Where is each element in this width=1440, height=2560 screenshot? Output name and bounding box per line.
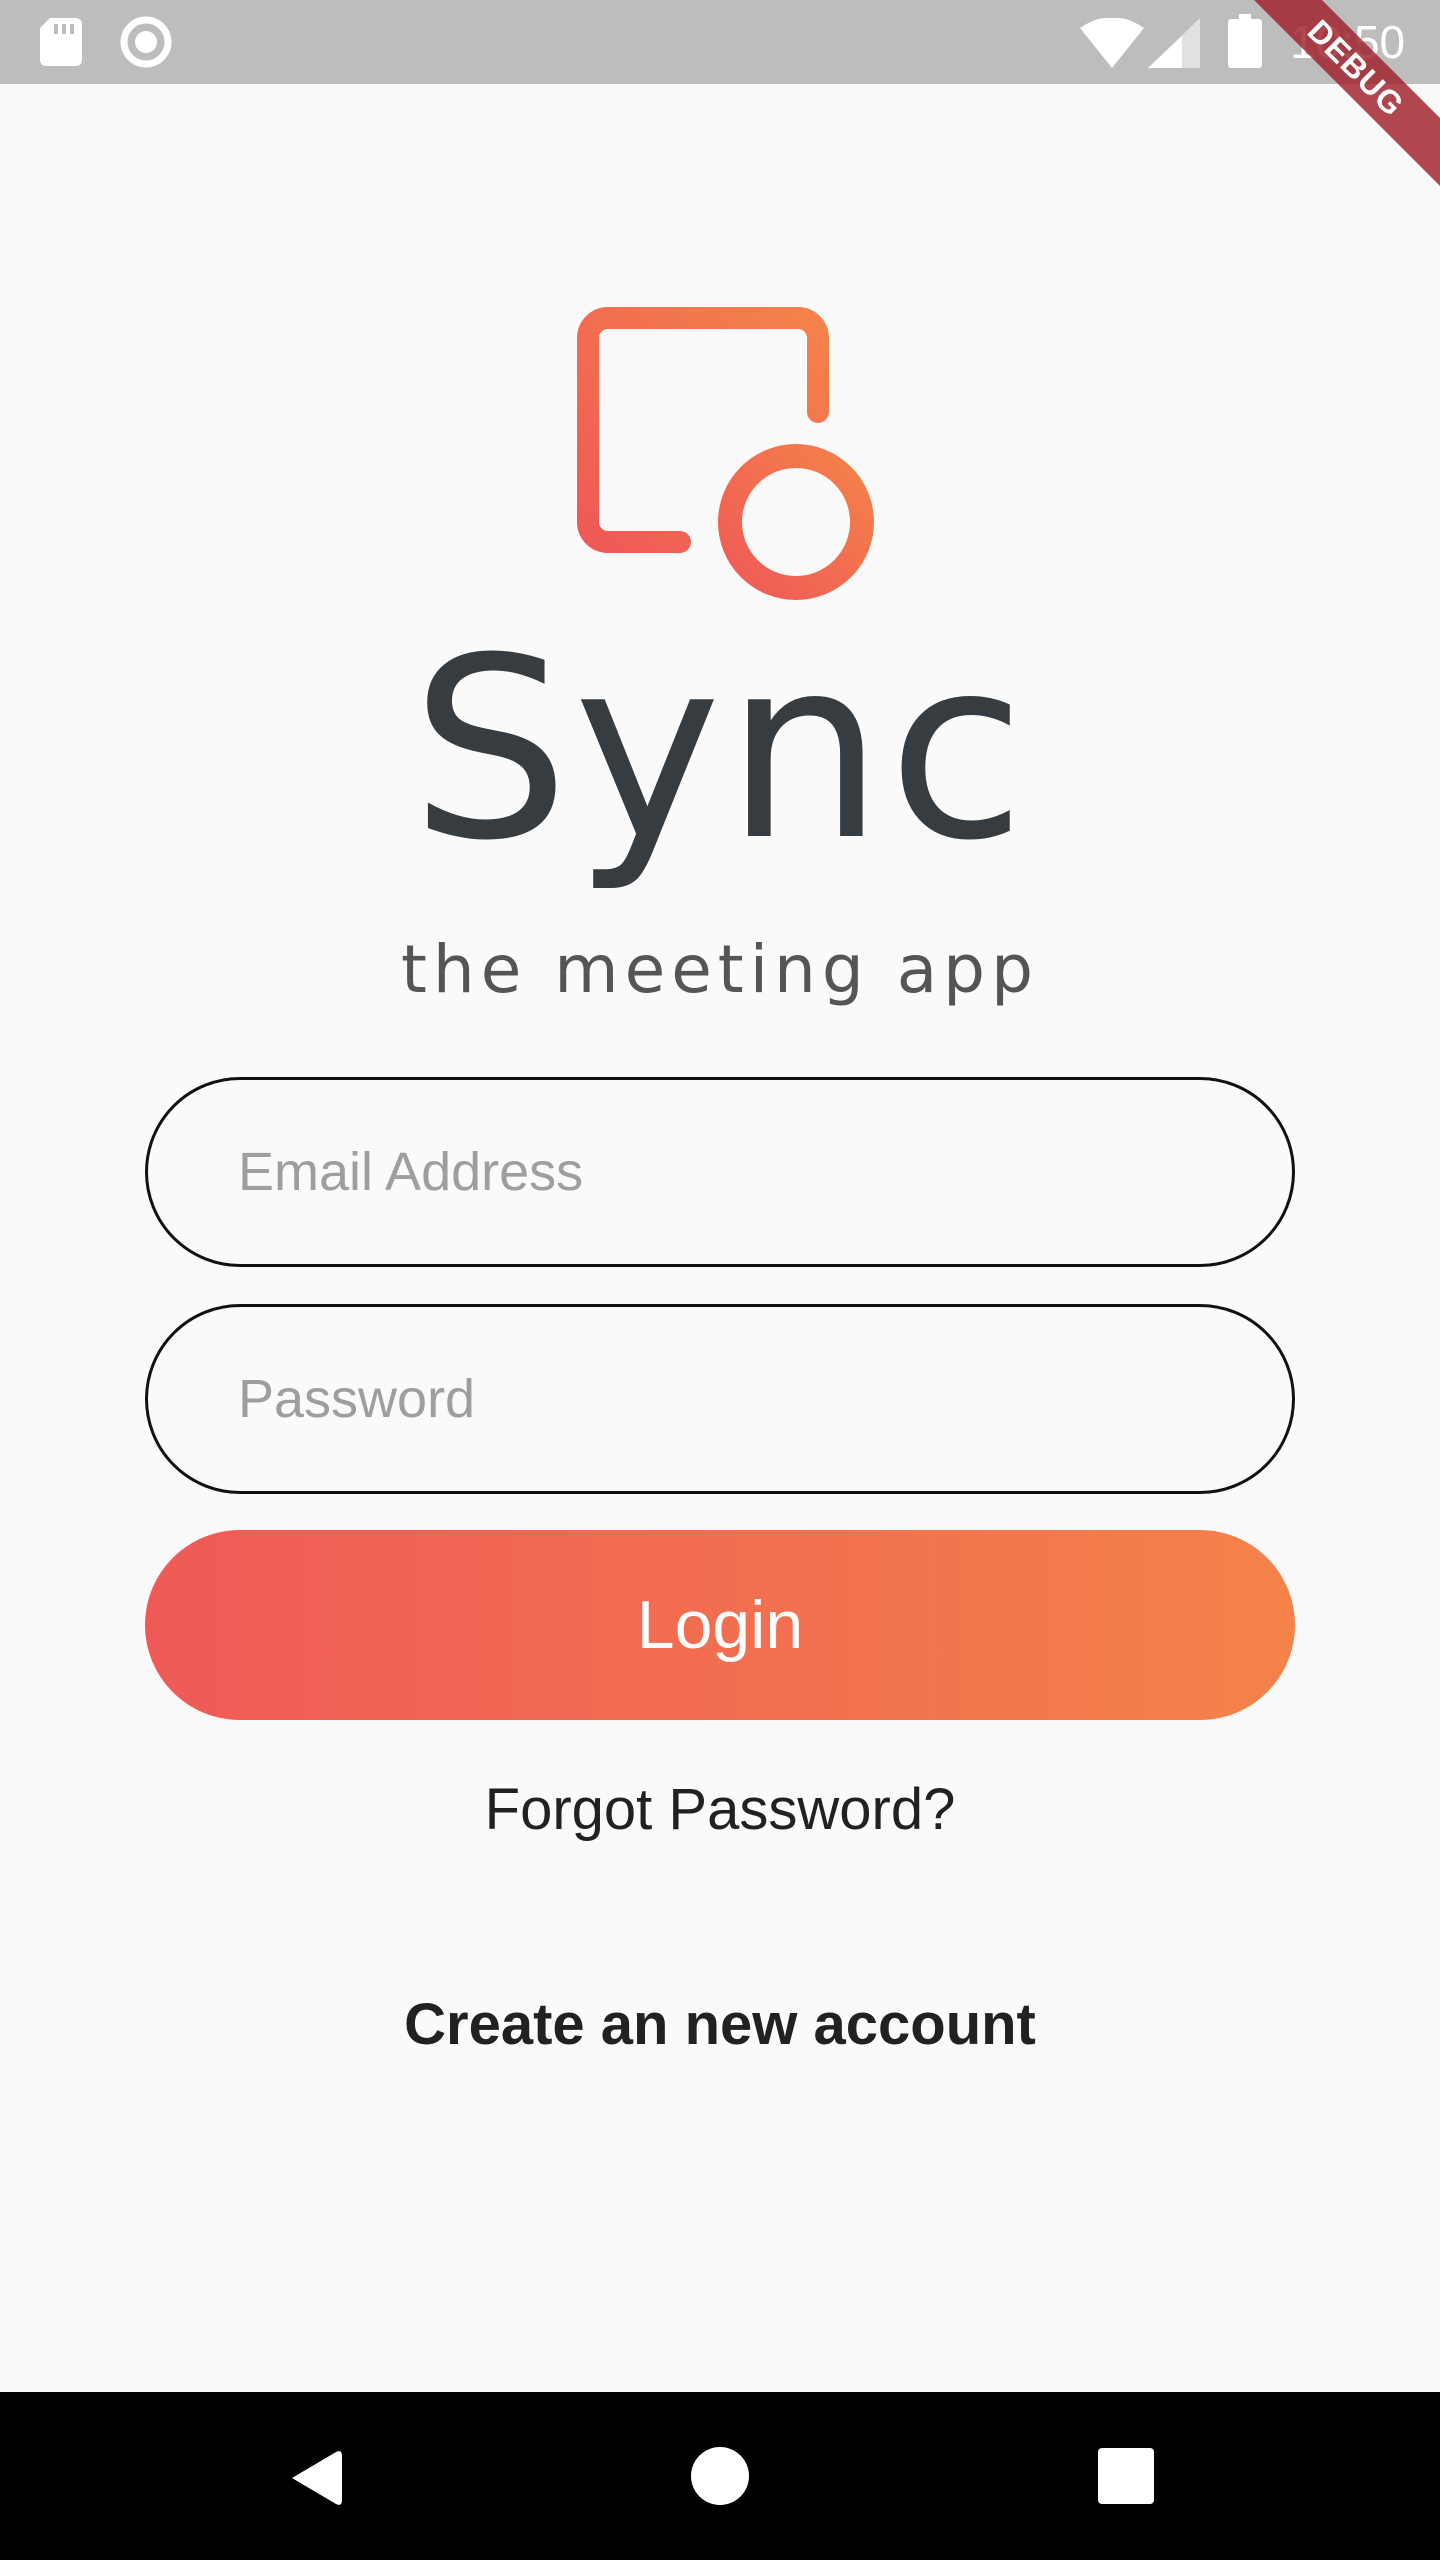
wifi-icon [1080,18,1144,68]
navigation-bar [0,2392,1440,2560]
signal-icon [1148,18,1200,68]
app-tagline: the meeting app [401,931,1039,1008]
forgot-password-link[interactable]: Forgot Password? [0,1770,1440,1850]
battery-icon [1228,14,1262,68]
login-screen: 10:50 DEBUG Sync the meeting app Login F… [0,0,1440,2560]
login-button[interactable]: Login [145,1530,1295,1720]
password-input[interactable] [238,1307,1238,1491]
calendar-add-icon [577,290,874,600]
email-input[interactable] [238,1080,1238,1264]
email-field[interactable] [145,1077,1295,1267]
app-name: Sync [410,604,1030,895]
recents-icon[interactable] [1098,2448,1154,2504]
record-icon [120,16,172,68]
sd-card-icon [40,18,82,66]
back-icon[interactable] [284,2446,348,2510]
status-bar: 10:50 [0,0,1440,84]
home-icon[interactable] [690,2446,750,2506]
create-account-link[interactable]: Create an new account [0,1985,1440,2065]
password-field[interactable] [145,1304,1295,1494]
